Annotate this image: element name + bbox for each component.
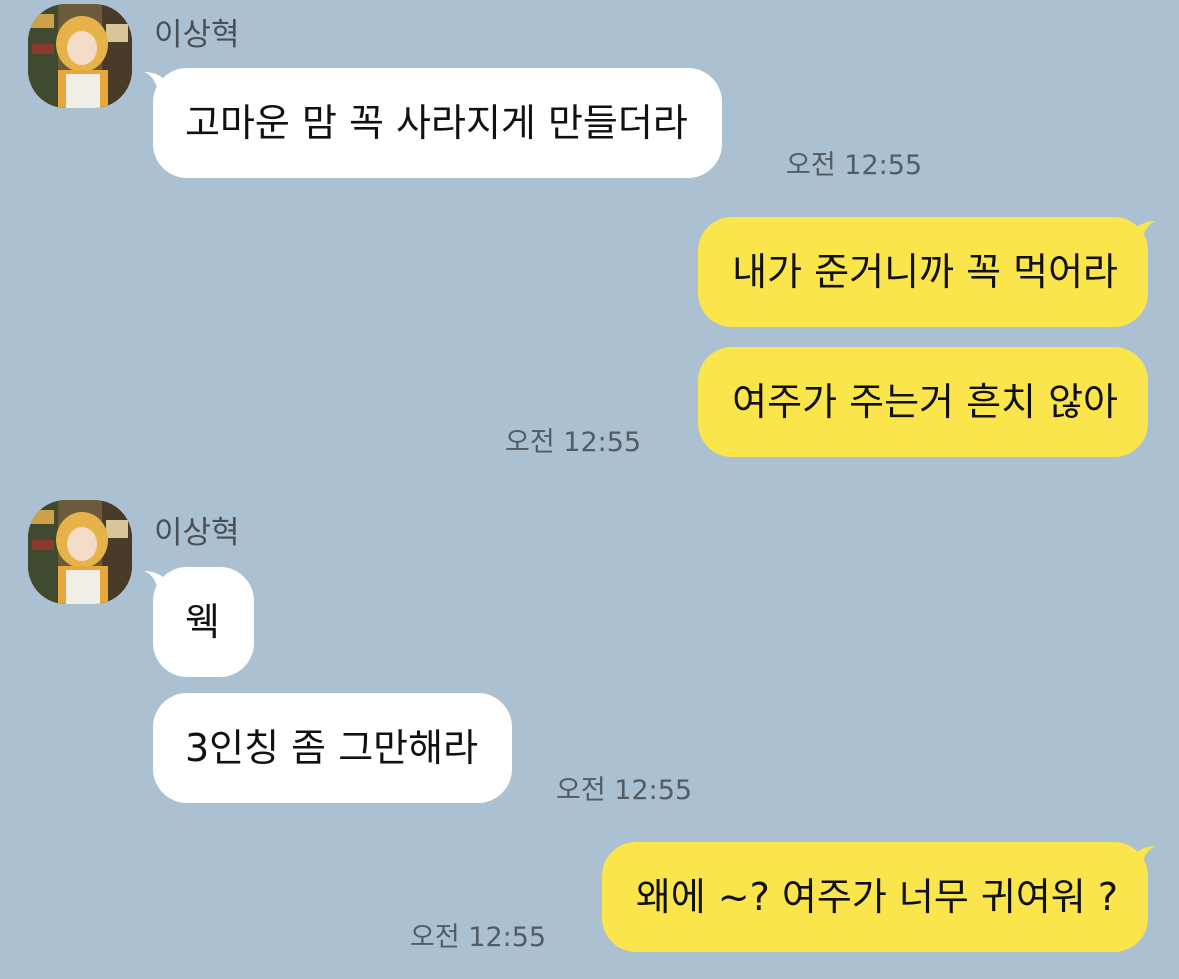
- sender-name: 이상혁: [154, 515, 240, 551]
- message-time: 오전 12:55: [505, 427, 642, 458]
- sender-name: 이상혁: [154, 17, 240, 53]
- sender-avatar[interactable]: [28, 500, 132, 604]
- message-time: 오전 12:55: [410, 922, 547, 953]
- message-bubble[interactable]: 고마운 맘 꼭 사라지게 만들더라: [153, 68, 722, 178]
- message-time: 오전 12:55: [556, 775, 693, 806]
- sender-avatar[interactable]: [28, 4, 132, 108]
- message-bubble[interactable]: 내가 준거니까 꼭 먹어라: [698, 217, 1148, 327]
- message-bubble[interactable]: 왜에 ~? 여주가 너무 귀여워 ?: [601, 842, 1148, 952]
- message-bubble[interactable]: 3인칭 좀 그만해라: [153, 693, 513, 803]
- message-time: 오전 12:55: [786, 150, 923, 181]
- avatar-photo-icon: [28, 4, 132, 108]
- avatar-photo-icon: [28, 500, 132, 604]
- message-bubble[interactable]: 여주가 주는거 흔치 않아: [698, 347, 1148, 457]
- message-bubble[interactable]: 웩: [153, 567, 254, 677]
